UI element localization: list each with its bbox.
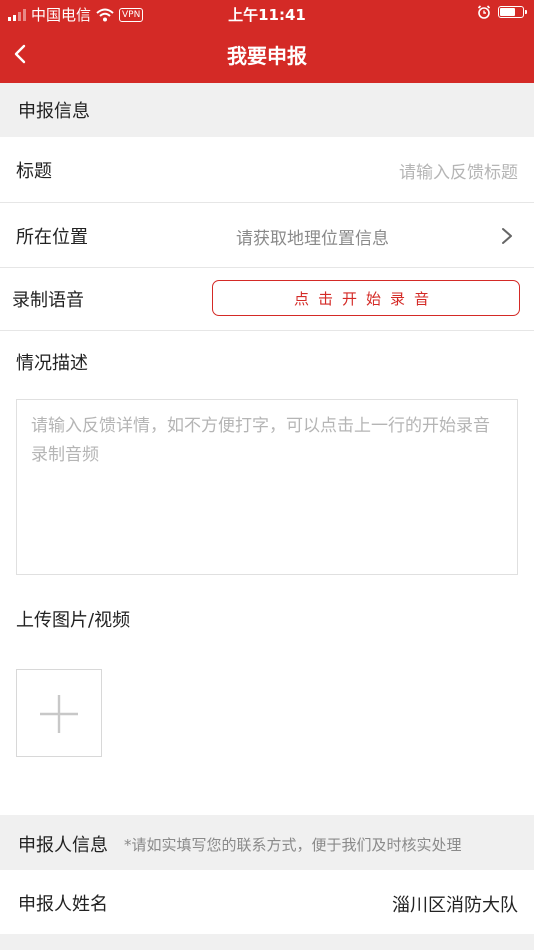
battery-icon	[498, 6, 527, 18]
report-section-title: 申报信息	[18, 101, 90, 122]
voice-label: 录制语音	[12, 290, 84, 311]
reporter-name-row: 申报人姓名 淄川区消防大队	[0, 870, 534, 934]
description-label: 情况描述	[16, 353, 88, 374]
bottom-divider	[0, 934, 534, 950]
description-textarea[interactable]: 请输入反馈详情，如不方便打字，可以点击上一行的开始录音 录制音频	[16, 399, 518, 575]
chevron-right-icon	[502, 228, 512, 244]
status-bar: 中国电信 VPN 上午11:41	[0, 0, 534, 28]
reporter-section-header: 申报人信息 *请如实填写您的联系方式，便于我们及时核实处理	[0, 815, 534, 870]
upload-button[interactable]	[16, 669, 102, 757]
reporter-section-title: 申报人信息	[18, 835, 108, 856]
status-time: 上午11:41	[228, 6, 306, 24]
reporter-section-hint: *请如实填写您的联系方式，便于我们及时核实处理	[124, 836, 462, 854]
title-input[interactable]: 请输入反馈标题	[399, 158, 518, 183]
report-section-header: 申报信息	[0, 83, 534, 137]
location-label: 所在位置	[16, 227, 88, 248]
title-label: 标题	[16, 161, 52, 182]
location-field[interactable]: 请获取地理位置信息	[236, 224, 389, 249]
page-title: 我要申报	[227, 44, 307, 68]
battery-fill	[500, 8, 515, 16]
reporter-name-label: 申报人姓名	[18, 894, 108, 915]
record-button[interactable]: 点击开始录音	[212, 280, 520, 316]
location-row[interactable]: 所在位置 请获取地理位置信息	[0, 203, 534, 268]
alarm-icon	[477, 5, 491, 19]
plus-icon	[40, 695, 78, 733]
status-right	[477, 5, 527, 19]
nav-bar: 我要申报	[0, 28, 534, 83]
upload-label: 上传图片/视频	[16, 610, 131, 631]
title-row: 标题 请输入反馈标题	[0, 137, 534, 203]
reporter-name-input[interactable]: 淄川区消防大队	[392, 891, 518, 917]
